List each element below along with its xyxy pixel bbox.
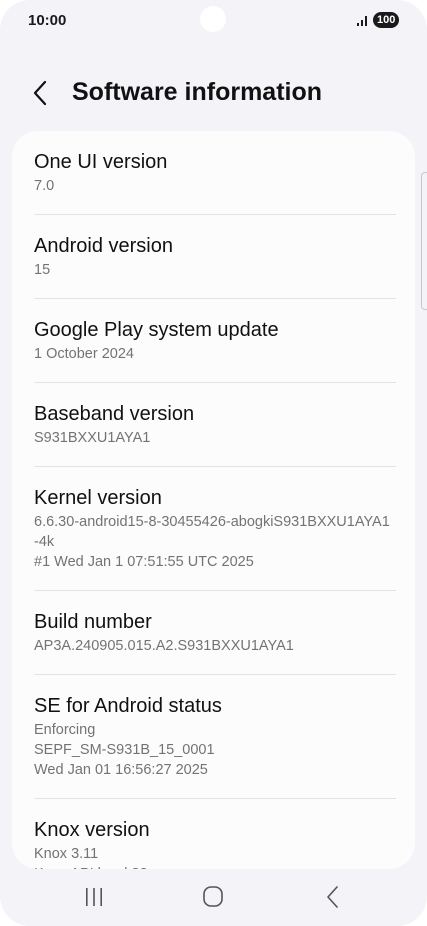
item-value: S931BXXU1AYA1 <box>34 430 151 446</box>
item-value: 15 <box>34 262 51 278</box>
item-value: 7.0 <box>34 178 55 194</box>
list-item-android-version[interactable]: Android version 15 <box>12 215 415 299</box>
chevron-left-icon[interactable] <box>26 78 56 108</box>
phone-screen: 10:00 100 Software information One UI ve… <box>0 0 427 926</box>
settings-list: One UI version 7.0 Android version 15 Go… <box>12 131 415 869</box>
battery-icon: 100 <box>373 12 400 28</box>
list-item-baseband-version[interactable]: Baseband version S931BXXU1AYA1 <box>12 383 415 467</box>
back-icon[interactable] <box>318 884 348 910</box>
item-title: Android version <box>34 235 173 257</box>
item-title: Google Play system update <box>34 319 279 341</box>
item-value: AP3A.240905.015.A2.S931BXXU1AYA1 <box>34 638 294 654</box>
item-value: 6.6.30-android15-8-30455426-abogkiS931BX… <box>34 514 390 570</box>
navigation-bar <box>0 870 427 926</box>
list-item-build-number[interactable]: Build number AP3A.240905.015.A2.S931BXXU… <box>12 591 415 675</box>
scrollbar[interactable] <box>421 172 427 310</box>
status-time: 10:00 <box>28 12 67 29</box>
camera-cutout <box>200 6 226 32</box>
item-value: Knox 3.11 Knox API level 38 <box>34 846 148 869</box>
list-item-kernel-version[interactable]: Kernel version 6.6.30-android15-8-304554… <box>12 467 415 591</box>
item-title: SE for Android status <box>34 695 222 717</box>
item-title: Build number <box>34 611 152 633</box>
recents-icon[interactable] <box>79 884 109 910</box>
item-value: Enforcing SEPF_SM-S931B_15_0001 Wed Jan … <box>34 722 215 778</box>
item-title: Baseband version <box>34 403 195 425</box>
item-title: One UI version <box>34 151 168 173</box>
status-bar: 10:00 100 <box>0 0 427 44</box>
signal-icon <box>357 16 367 26</box>
item-title: Kernel version <box>34 487 162 509</box>
item-value: 1 October 2024 <box>34 346 134 362</box>
header: Software information <box>0 70 427 120</box>
page-title: Software information <box>72 78 323 106</box>
item-title: Knox version <box>34 819 150 841</box>
list-item-se-android-status[interactable]: SE for Android status Enforcing SEPF_SM-… <box>12 675 415 799</box>
home-icon[interactable] <box>198 884 228 910</box>
list-item-one-ui-version[interactable]: One UI version 7.0 <box>12 131 415 215</box>
list-item-google-play-update[interactable]: Google Play system update 1 October 2024 <box>12 299 415 383</box>
list-item-knox-version[interactable]: Knox version Knox 3.11 Knox API level 38 <box>12 799 415 869</box>
